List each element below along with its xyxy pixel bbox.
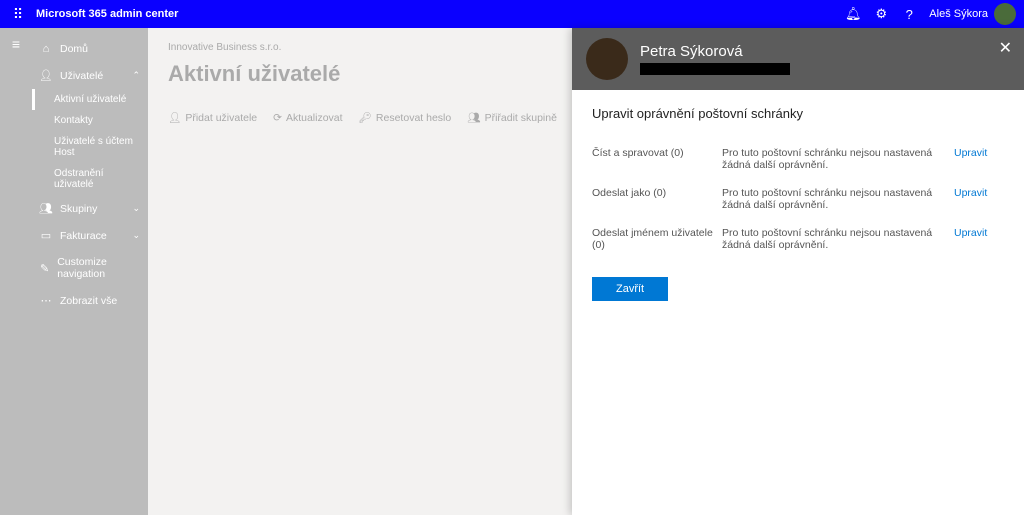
panel-body: Upravit oprávnění poštovní schránky Číst… [572,90,1024,317]
groups-icon: 👥︎ [38,202,54,215]
refresh-icon: ⟳ [273,112,282,124]
group-icon: 👥︎ [467,111,480,124]
permission-row: Číst a spravovat (0) Pro tuto poštovní s… [592,139,1004,179]
reset-password-button[interactable]: 🔑︎Resetovat heslo [359,111,452,124]
sidebar-label: Uživatelé [60,70,103,82]
edit-link[interactable]: Upravit [954,227,1004,251]
current-user-name: Aleš Sýkora [929,8,988,20]
sidebar-subitem-guest-users[interactable]: Uživatelé s účtem Host [32,131,148,163]
edit-link[interactable]: Upravit [954,187,1004,211]
permission-label: Odeslat jako (0) [592,187,722,211]
redacted-email [640,63,790,75]
panel-header: Petra Sýkorová ✕ [572,28,1024,90]
add-user-icon: 👤︎ [168,111,181,124]
sidebar-item-users[interactable]: 👤︎ Uživatelé ⌃ [32,62,148,89]
help-icon[interactable]: ? [895,7,923,22]
home-icon: ⌂ [38,43,54,55]
sidebar-label: Zobrazit vše [60,295,117,307]
nav-rail: ≡ [0,28,32,515]
user-avatar [586,38,628,80]
edit-link[interactable]: Upravit [954,147,1004,171]
sidebar-item-home[interactable]: ⌂ Domů [32,36,148,62]
settings-icon[interactable]: ⚙ [867,6,895,22]
hamburger-icon[interactable]: ≡ [12,36,20,52]
more-icon: ⋯ [38,294,54,307]
sidebar-item-show-all[interactable]: ⋯ Zobrazit vše [32,287,148,314]
app-title: Microsoft 365 admin center [36,8,178,20]
refresh-button[interactable]: ⟳Aktualizovat [273,112,342,124]
panel-user-name: Petra Sýkorová [640,43,790,60]
sidebar-label: Domů [60,43,88,55]
sidebar-item-groups[interactable]: 👥︎ Skupiny ⌄ [32,195,148,222]
users-icon: 👤︎ [38,69,54,82]
permission-row: Odeslat jako (0) Pro tuto poštovní schrá… [592,179,1004,219]
sidebar-subitem-contacts[interactable]: Kontakty [32,110,148,131]
permission-label: Číst a spravovat (0) [592,147,722,171]
sidebar-subitem-active-users[interactable]: Aktivní uživatelé [32,89,148,110]
assign-group-button[interactable]: 👥︎Přiřadit skupině [467,111,557,124]
permission-row: Odeslat jménem uživatele (0) Pro tuto po… [592,219,1004,259]
sidebar-label: Customize navigation [57,256,140,280]
panel-section-title: Upravit oprávnění poštovní schránky [592,106,1004,121]
sidebar-item-billing[interactable]: ▭ Fakturace ⌄ [32,222,148,249]
top-bar: ⠿ Microsoft 365 admin center 🔔︎ ⚙ ? Aleš… [0,0,1024,28]
notifications-icon[interactable]: 🔔︎ [839,6,867,22]
close-icon[interactable]: ✕ [999,38,1012,58]
permission-desc: Pro tuto poštovní schránku nejsou nastav… [722,227,954,251]
key-icon: 🔑︎ [359,111,372,124]
waffle-icon[interactable]: ⠿ [8,6,28,23]
permission-desc: Pro tuto poštovní schránku nejsou nastav… [722,187,954,211]
edit-icon: ✎ [38,262,51,275]
sidebar: ⌂ Domů 👤︎ Uživatelé ⌃ Aktivní uživatelé … [32,28,148,515]
billing-icon: ▭ [38,229,54,242]
sidebar-subitem-deleted-users[interactable]: Odstranění uživatelé [32,163,148,195]
current-user-avatar[interactable] [994,3,1016,25]
sidebar-label: Skupiny [60,203,97,215]
chevron-down-icon: ⌄ [132,203,140,214]
permission-label: Odeslat jménem uživatele (0) [592,227,722,251]
permission-desc: Pro tuto poštovní schránku nejsou nastav… [722,147,954,171]
details-panel: Petra Sýkorová ✕ Upravit oprávnění pošto… [572,28,1024,515]
chevron-up-icon: ⌃ [132,70,140,81]
add-user-button[interactable]: 👤︎Přidat uživatele [168,111,257,124]
close-button[interactable]: Zavřít [592,277,668,301]
sidebar-item-customize[interactable]: ✎ Customize navigation [32,249,148,287]
chevron-down-icon: ⌄ [132,230,140,241]
sidebar-label: Fakturace [60,230,107,242]
